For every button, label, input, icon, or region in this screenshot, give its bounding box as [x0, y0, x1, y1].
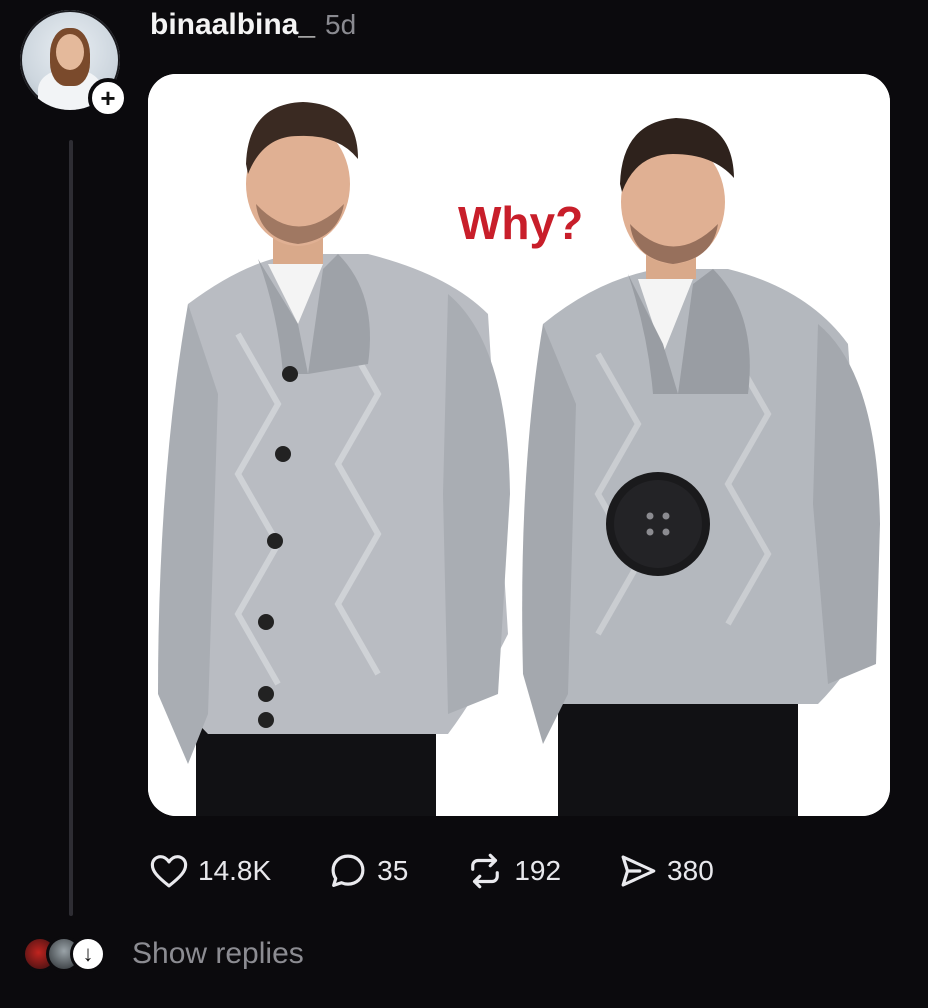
share-count: 380: [667, 855, 714, 886]
share-button[interactable]: 380: [617, 850, 714, 892]
post-header: binaalbina_ 5d: [150, 8, 356, 42]
heart-icon: [150, 855, 188, 888]
like-count: 14.8K: [198, 855, 272, 886]
post-image[interactable]: Why?: [148, 74, 890, 816]
avatar-face: [56, 34, 84, 70]
username[interactable]: binaalbina_: [150, 8, 315, 42]
share-icon: [621, 855, 656, 887]
show-replies-link[interactable]: Show replies: [132, 937, 304, 971]
arrow-down-icon: ↓: [70, 936, 106, 972]
repost-icon: [471, 853, 500, 889]
like-button[interactable]: 14.8K: [148, 850, 271, 892]
follow-plus-icon[interactable]: +: [88, 78, 128, 118]
reply-count: 35: [377, 855, 409, 886]
reply-button[interactable]: 35: [327, 850, 408, 892]
show-replies-row[interactable]: ↓ Show replies: [22, 936, 304, 972]
repost-button[interactable]: 192: [464, 850, 561, 892]
repost-count: 192: [514, 855, 562, 886]
thread-line: [69, 140, 73, 916]
action-bar: 14.8K 35 192 380: [148, 850, 770, 892]
comment-icon: [331, 854, 365, 887]
post-timestamp: 5d: [325, 9, 357, 40]
image-caption: Why?: [458, 197, 584, 249]
